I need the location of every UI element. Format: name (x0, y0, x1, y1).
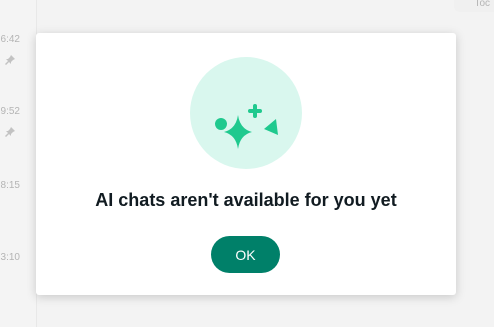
chat-timestamp: 9:52 (0, 106, 20, 117)
ai-unavailable-dialog: AI chats aren't available for you yet OK (36, 33, 456, 295)
pin-icon (5, 55, 15, 65)
chat-timestamp: 3:10 (0, 252, 20, 263)
chat-timestamp: 8:15 (0, 180, 20, 191)
ai-sparkles-icon (190, 57, 302, 169)
chat-list-background: 6:42 9:52 8:15 3:10 (0, 0, 37, 327)
pin-icon (5, 127, 15, 137)
background-top-right-label: Toc (474, 0, 490, 9)
chat-timestamp: 6:42 (0, 34, 20, 45)
background-top-right: Toc (454, 0, 494, 12)
dialog-title: AI chats aren't available for you yet (95, 190, 397, 210)
ok-button[interactable]: OK (211, 236, 280, 273)
